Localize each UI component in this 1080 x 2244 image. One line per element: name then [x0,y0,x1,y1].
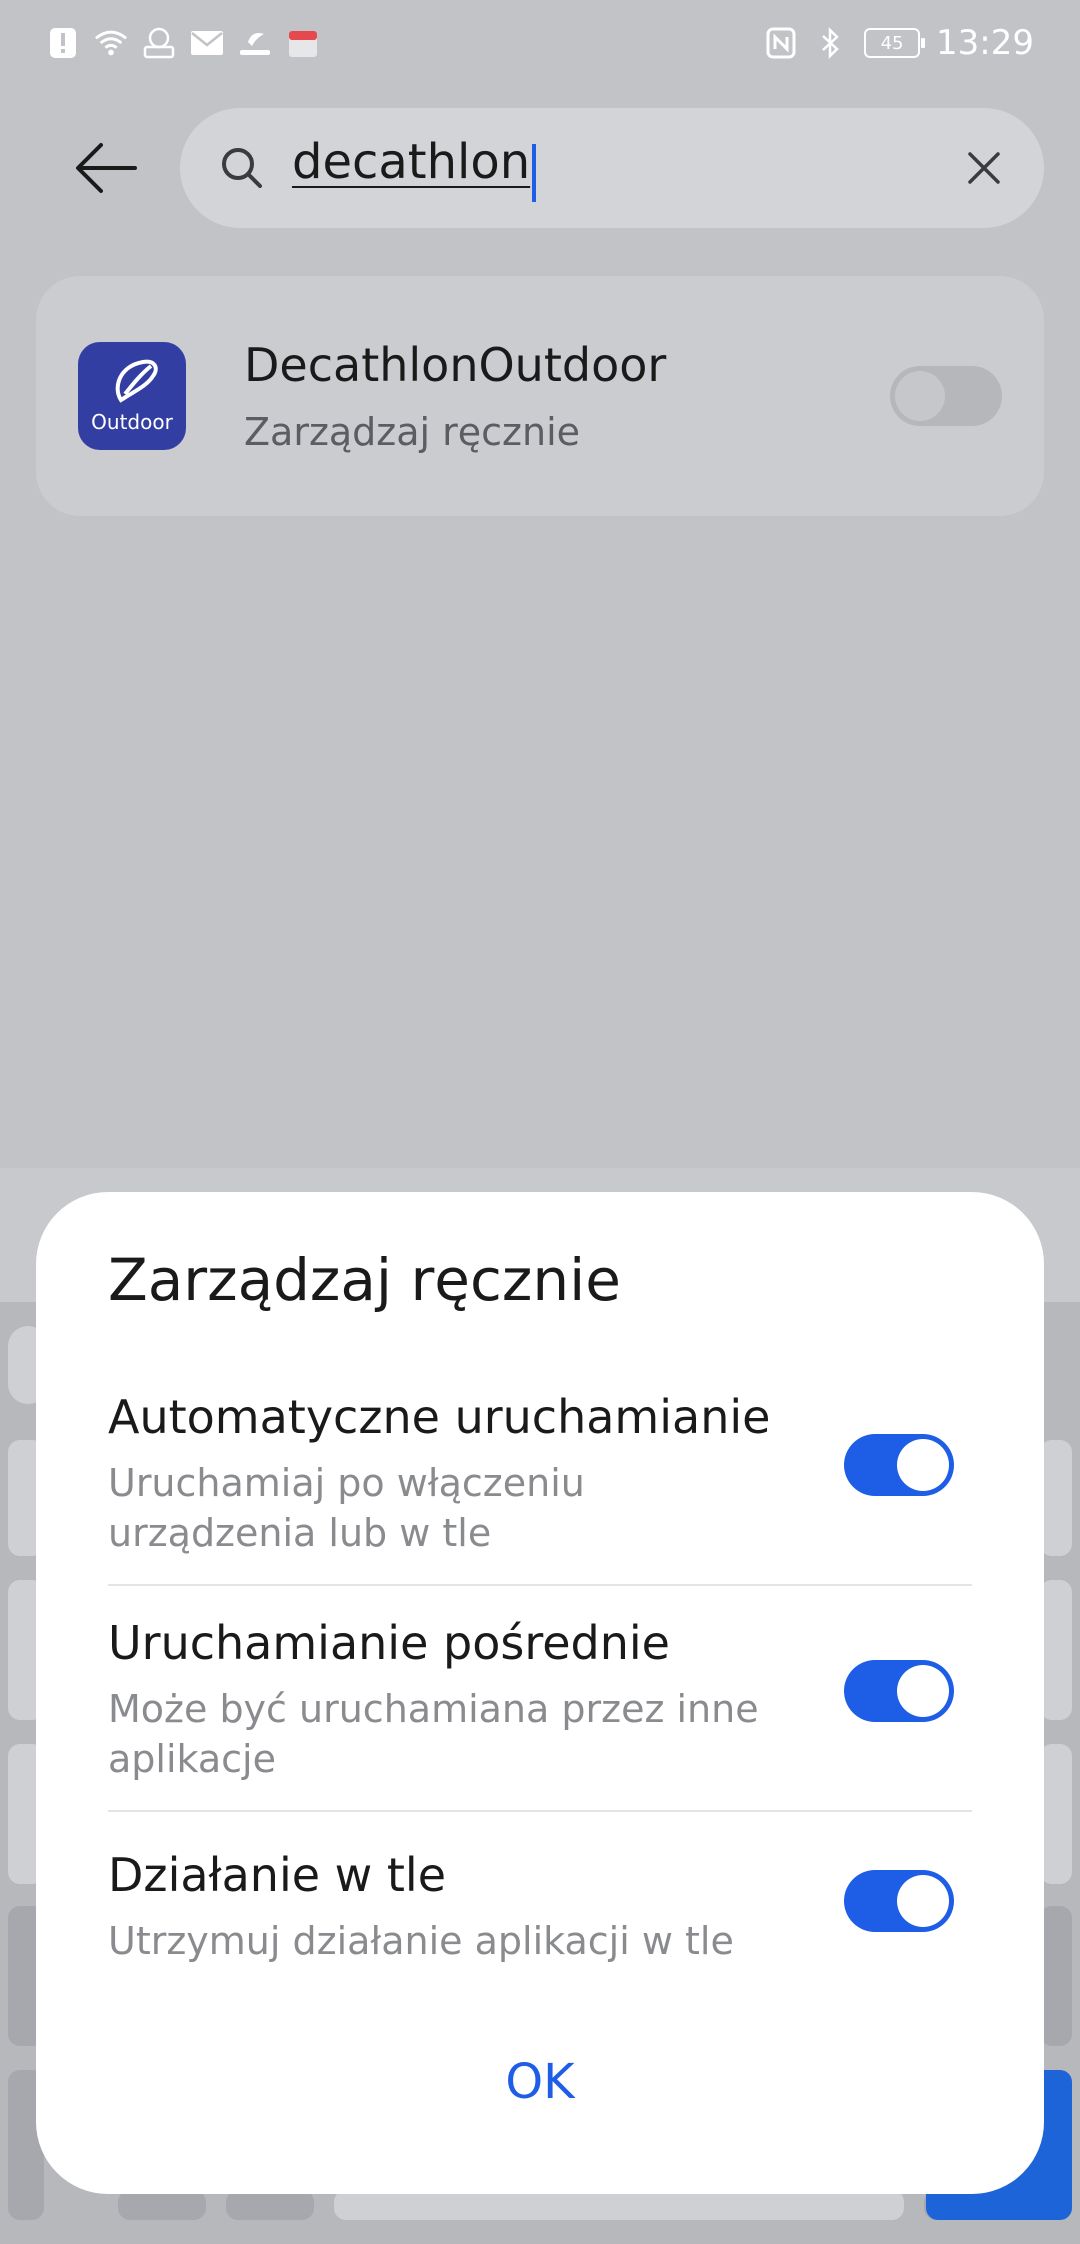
keyboard-key [1040,1580,1072,1720]
wifi-icon [94,26,128,60]
option-auto-launch[interactable]: Automatyczne uruchamianie Uruchamiaj po … [108,1390,972,1558]
keyboard-key [118,2190,206,2220]
search-icon [222,148,262,188]
clear-search-button[interactable] [964,148,1004,188]
status-bar: 45 13:29 [0,0,1080,86]
option-title: Uruchamianie pośrednie [108,1616,670,1670]
mail-icon [190,26,224,60]
app-subtitle: Zarządzaj ręcznie [244,410,581,454]
search-input[interactable]: decathlon [292,133,537,203]
divider [108,1810,972,1812]
option-title: Działanie w tle [108,1848,447,1902]
battery-icon: 45 [864,28,926,58]
keyboard-key [334,2190,904,2220]
clock: 13:29 [936,23,1034,63]
auto-launch-toggle[interactable] [844,1434,954,1496]
toggle-knob [897,1439,949,1491]
back-button[interactable] [72,136,142,200]
app-list-item[interactable]: Outdoor DecathlonOutdoor Zarządzaj ręczn… [36,276,1044,516]
option-description: Uruchamiaj po włączeniu urządzenia lub w… [108,1461,585,1555]
search-bar[interactable]: decathlon [180,108,1044,228]
text-caret [532,144,537,203]
keyboard-key [226,2190,314,2220]
search-query: decathlon [292,133,531,190]
nfc-icon [764,26,798,60]
bluetooth-icon [814,26,848,60]
status-right: 45 13:29 [764,23,1034,63]
keyboard-key [1040,1440,1072,1556]
app-launch-toggle[interactable] [890,366,1002,426]
calendar-app-icon [286,26,320,60]
manage-manually-dialog: Zarządzaj ręcznie Automatyczne uruchamia… [36,1192,1044,2194]
option-description: Może być uruchamiana przez inne aplikacj… [108,1687,759,1781]
option-title: Automatyczne uruchamianie [108,1390,771,1444]
ok-button[interactable]: OK [36,2054,1044,2110]
close-icon [968,152,1000,184]
run-in-background-toggle[interactable] [844,1870,954,1932]
back-arrow-icon [76,143,137,193]
outdoor-app-icon [238,26,272,60]
battery-level: 45 [880,32,904,54]
app-icon-label: Outdoor [91,410,173,434]
toggle-knob [897,1665,949,1717]
toggle-knob [895,371,945,421]
notification-icons [46,26,320,60]
option-secondary-launch[interactable]: Uruchamianie pośrednie Może być uruchami… [108,1616,972,1784]
decathlon-logo-icon [115,359,158,403]
keyboard-key [1040,1744,1072,1884]
dialog-title: Zarządzaj ręcznie [108,1246,621,1314]
option-description: Utrzymuj działanie aplikacji w tle [108,1919,734,1963]
app-notification-icon [142,26,176,60]
secondary-launch-toggle[interactable] [844,1660,954,1722]
decathlon-app-icon: Outdoor [78,342,186,450]
divider [108,1584,972,1586]
keyboard-key [1040,1906,1072,2046]
app-info: DecathlonOutdoor Zarządzaj ręcznie [244,338,666,454]
option-run-in-background[interactable]: Działanie w tle Utrzymuj działanie aplik… [108,1848,972,1966]
toggle-knob [897,1875,949,1927]
alert-icon [46,26,80,60]
app-name: DecathlonOutdoor [244,338,667,392]
